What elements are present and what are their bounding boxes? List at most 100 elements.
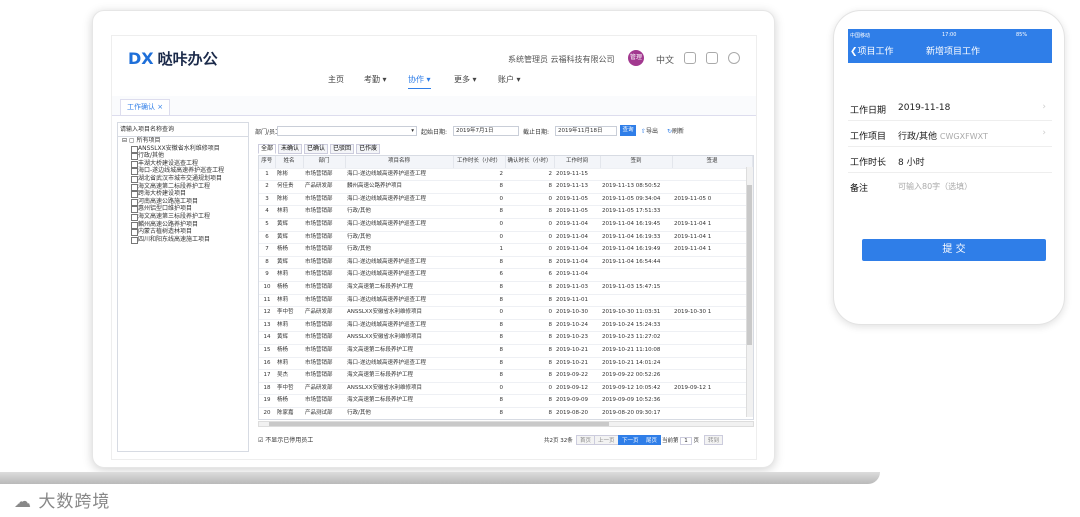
table-cell: 4 bbox=[259, 205, 275, 219]
table-cell: 市场营销部 bbox=[303, 193, 345, 207]
hide-disabled-checkbox[interactable]: ☑ 不显示已停用员工 bbox=[258, 435, 313, 444]
query-button[interactable]: 查询 bbox=[620, 125, 636, 136]
tree-item[interactable]: 内蒙古植树造林项目 bbox=[118, 228, 248, 236]
go-page-button[interactable]: 转到 bbox=[704, 435, 724, 445]
table-row[interactable]: 17 吴杰 市场营销部 海文高速第三标段养护工程 8 8 2019-09-22 2019-09… bbox=[259, 369, 753, 383]
shirt-icon[interactable] bbox=[684, 52, 696, 64]
table-row[interactable]: 12 李中哲 产品研发部 ANSSLXX安徽省水利维修项目 0 0 2019-10-30 20… bbox=[259, 306, 753, 320]
tab-voided[interactable]: 已作废 bbox=[356, 144, 381, 154]
tree-item[interactable]: 行政/其他 bbox=[118, 152, 248, 160]
end-date-select[interactable]: 2019年11月18日 bbox=[555, 126, 617, 136]
column-header[interactable]: 序号 bbox=[259, 156, 276, 169]
table-row[interactable]: 18 李中哲 产品研发部 ANSSLXX安徽省水利维修项目 0 0 2019-09-12 20… bbox=[259, 382, 753, 396]
tab-work-confirm[interactable]: 工作确认 × bbox=[120, 99, 171, 115]
logo[interactable]: DX 哒咔办公 bbox=[128, 48, 218, 69]
work-date-value: 2019-11-18 bbox=[898, 103, 951, 113]
prev-page-button[interactable]: 上一页 bbox=[594, 435, 619, 445]
laptop-base bbox=[0, 472, 880, 484]
back-button[interactable]: ❮项目工作 bbox=[850, 44, 894, 57]
column-header[interactable]: 工作时间 bbox=[554, 156, 601, 169]
tab-unconfirmed[interactable]: 未确认 bbox=[278, 144, 303, 154]
table-cell: 8 bbox=[505, 369, 555, 383]
lock-icon[interactable] bbox=[706, 52, 718, 64]
column-header[interactable]: 项目名称 bbox=[345, 156, 454, 169]
table-row[interactable]: 7 杨杨 市场营销部 行政/其他 1 0 2019-11-04 2019-11-04 16:1… bbox=[259, 243, 753, 257]
nav-home[interactable]: 主页 bbox=[328, 74, 344, 85]
table-cell: 8 bbox=[505, 205, 555, 219]
table-row[interactable]: 11 林莉 市场营销部 海口-遂边线城高速养护巡查工程 8 8 2019-11-01 bbox=[259, 294, 753, 308]
export-button[interactable]: ⇧导出 bbox=[641, 126, 658, 135]
work-date-row[interactable]: 工作日期 2019-11-18 › bbox=[848, 96, 1052, 121]
table-cell: 杨杨 bbox=[275, 344, 303, 358]
table-row[interactable]: 10 杨杨 市场营销部 海文高速第二标段养护工程 8 8 2019-11-03 2019-11… bbox=[259, 281, 753, 295]
tree-root[interactable]: ⊟ ▢ 所有项目 bbox=[118, 137, 248, 145]
work-hours-row[interactable]: 工作时长 8 小时 bbox=[848, 148, 1052, 173]
table-row[interactable]: 4 林莉 市场营销部 行政/其他 8 8 2019-11-05 2019-11-05 17:5… bbox=[259, 205, 753, 219]
column-header[interactable]: 签退 bbox=[672, 156, 753, 169]
table-cell: 8 bbox=[453, 205, 505, 219]
nav-attendance[interactable]: 考勤 ▾ bbox=[364, 74, 387, 85]
page-input[interactable]: 1 bbox=[680, 437, 692, 445]
column-header[interactable]: 签到 bbox=[600, 156, 673, 169]
tab-all[interactable]: 全部 bbox=[258, 144, 277, 154]
table-row[interactable]: 8 黄辉 市场营销部 海口-遂边线城高速养护巡查工程 8 8 2019-11-04 2019-… bbox=[259, 256, 753, 270]
dept-select[interactable]: ▾ bbox=[277, 126, 417, 136]
table-row[interactable]: 6 黄辉 市场营销部 行政/其他 0 0 2019-11-04 2019-11-04 16:1… bbox=[259, 231, 753, 245]
tab-confirmed[interactable]: 已确认 bbox=[304, 144, 329, 154]
table-row[interactable]: 15 杨杨 市场营销部 海文高速第二标段养护工程 8 8 2019-10-21 2019-10… bbox=[259, 344, 753, 358]
start-date-select[interactable]: 2019年7月1日 bbox=[453, 126, 519, 136]
table-cell: 3 bbox=[259, 193, 275, 207]
avatar[interactable]: 管理 bbox=[628, 50, 644, 66]
column-header[interactable]: 姓名 bbox=[275, 156, 304, 169]
table-row[interactable]: 19 杨杨 市场营销部 海文高速第二标段养护工程 8 8 2019-09-09 2019-09… bbox=[259, 394, 753, 408]
tab-rejected[interactable]: 已驳回 bbox=[330, 144, 355, 154]
scroll-thumb[interactable] bbox=[269, 422, 609, 426]
submit-button[interactable]: 提 交 bbox=[862, 239, 1046, 261]
refresh-button[interactable]: ↻刷新 bbox=[667, 126, 684, 135]
table-row[interactable]: 1 陈彬 市场营销部 海口-遂边线城高速养护巡查工程 2 2 2019-11-15 bbox=[259, 168, 753, 182]
tree-item[interactable]: 跨海大桥建设项目 bbox=[118, 190, 248, 198]
last-page-button[interactable]: 尾页 bbox=[642, 435, 662, 445]
project-search-input[interactable]: 请输入项目名称查询 bbox=[118, 123, 248, 137]
table-row[interactable]: 16 林莉 市场营销部 海口-遂边线城高速养护巡查工程 8 8 2019-10-21 2019… bbox=[259, 357, 753, 371]
remark-input[interactable]: 可输入80字（选填） bbox=[898, 181, 972, 192]
nav-more[interactable]: 更多 ▾ bbox=[454, 74, 477, 85]
table-cell: 2019-10-21 14:01:24 bbox=[600, 357, 673, 371]
table-cell: 14 bbox=[259, 331, 275, 345]
nav-collaboration[interactable]: 协作 ▾ bbox=[408, 74, 431, 89]
next-page-button[interactable]: 下一页 bbox=[618, 435, 643, 445]
remark-row[interactable]: 备注 可输入80字（选填） bbox=[848, 174, 1052, 199]
nav-account[interactable]: 账户 ▾ bbox=[498, 74, 521, 85]
table-row[interactable]: 9 林莉 市场营销部 海口-遂边线城高速养护巡查工程 6 6 2019-11-04 bbox=[259, 268, 753, 282]
table-cell: 0 bbox=[505, 231, 555, 245]
table-row[interactable]: 20 陈家嘉 产品测试部 行政/其他 8 8 2019-08-20 2019-08-20 09… bbox=[259, 407, 753, 419]
scroll-thumb[interactable] bbox=[747, 185, 752, 345]
horizontal-scrollbar[interactable] bbox=[258, 421, 754, 427]
table-row[interactable]: 3 陈彬 市场营销部 海口-遂边线城高速养护巡查工程 0 0 2019-11-05 2019-… bbox=[259, 193, 753, 207]
vertical-scrollbar[interactable] bbox=[746, 167, 753, 417]
table-cell: 8 bbox=[453, 281, 505, 295]
tree-item[interactable]: 四川和阳东线高速施工项目 bbox=[118, 236, 248, 244]
refresh-label: 刷新 bbox=[672, 128, 685, 135]
table-row[interactable]: 14 黄辉 市场营销部 ANSSLXX安徽省水利维修项目 8 8 2019-10-23 201… bbox=[259, 331, 753, 345]
tree-item[interactable]: 海文高速第三标段养护工程 bbox=[118, 213, 248, 221]
column-header[interactable]: 部门 bbox=[303, 156, 346, 169]
tree-item[interactable]: 麟州高速公路养护项目 bbox=[118, 221, 248, 229]
table-cell: 海口-遂边线城高速养护巡查工程 bbox=[345, 193, 453, 207]
first-page-button[interactable]: 首页 bbox=[576, 435, 596, 445]
table-cell: 海文高速第二标段养护工程 bbox=[345, 344, 453, 358]
tree-item[interactable]: 惠州铝型口维护项目 bbox=[118, 205, 248, 213]
column-header[interactable]: 确认时长（小时） bbox=[505, 156, 555, 169]
table-row[interactable]: 13 林莉 市场营销部 海口-遂边线城高速养护巡查工程 8 8 2019-10-24 2019… bbox=[259, 319, 753, 333]
column-header[interactable]: 工作时长（小时） bbox=[453, 156, 506, 169]
tree-item[interactable]: 海口-遂边线城高速养护巡查工程 bbox=[118, 167, 248, 175]
table-row[interactable]: 2 何佳贵 产品研发部 麟州高速公路养护项目 8 8 2019-11-13 2019-11-1… bbox=[259, 180, 753, 194]
language-switch[interactable]: 中文 bbox=[656, 53, 674, 66]
work-project-row[interactable]: 工作项目 行政/其他 CWGXFWXT › bbox=[848, 122, 1052, 147]
power-icon[interactable] bbox=[728, 52, 740, 64]
table-cell: 6 bbox=[259, 231, 275, 245]
table-cell: 18 bbox=[259, 382, 275, 396]
table-row[interactable]: 5 黄辉 市场营销部 海口-遂边线城高速养护巡查工程 0 0 2019-11-04 2019-… bbox=[259, 218, 753, 232]
table-cell: 2 bbox=[505, 168, 555, 182]
tree-item[interactable]: 湖北省武汉市城市交通规划项目 bbox=[118, 175, 248, 183]
